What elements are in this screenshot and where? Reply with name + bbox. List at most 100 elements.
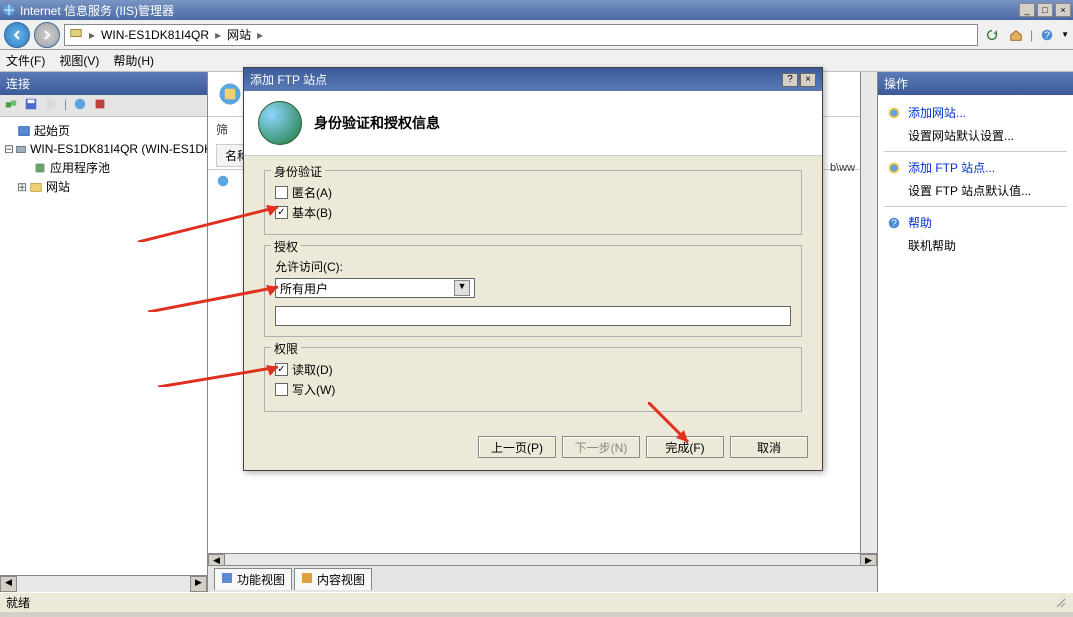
- server-icon: [14, 141, 28, 157]
- action-add-website[interactable]: 添加网站...: [884, 101, 1067, 124]
- svg-text:?: ?: [891, 217, 897, 229]
- tree-host[interactable]: ⊟ WIN-ES1DK81I4QR (WIN-ES1DK: [4, 140, 203, 158]
- perm-fieldset: 权限 ✓ 读取(D) 写入(W): [264, 347, 802, 412]
- tree-collapse-icon[interactable]: ⊟: [4, 142, 14, 156]
- server-icon: [69, 26, 83, 43]
- actions-separator: [884, 151, 1067, 152]
- refresh-icon[interactable]: [982, 25, 1002, 45]
- home-icon[interactable]: [1006, 25, 1026, 45]
- center-panel: 网站 筛 名称 b\ww 添加 FTP 站点 ? × 身份验证和授权信息: [208, 72, 877, 592]
- connections-panel: 连接 | 起始页 ⊟ WIN-ES1DK81I4QR (WIN-ES1DK: [0, 72, 208, 592]
- allow-access-label: 允许访问(C):: [275, 258, 791, 275]
- allow-access-value: 所有用户: [280, 280, 328, 297]
- breadcrumb-node[interactable]: 网站: [227, 26, 251, 43]
- window-titlebar: Internet 信息服务 (IIS)管理器 _ □ ×: [0, 0, 1073, 20]
- globe-icon: [216, 174, 230, 191]
- cancel-button[interactable]: 取消: [730, 436, 808, 458]
- action-ftp-defaults[interactable]: 设置 FTP 站点默认值...: [884, 179, 1067, 202]
- breadcrumb-host[interactable]: WIN-ES1DK81I4QR: [101, 28, 209, 42]
- action-add-ftp[interactable]: 添加 FTP 站点...: [884, 156, 1067, 179]
- dialog-close-button[interactable]: ×: [800, 73, 816, 87]
- dialog-header-area: 身份验证和授权信息: [244, 91, 822, 156]
- tab-features[interactable]: 功能视图: [214, 568, 292, 590]
- forward-button[interactable]: [34, 22, 60, 48]
- filter-label: 筛: [216, 121, 228, 138]
- action-help[interactable]: ? 帮助: [884, 211, 1067, 234]
- dialog-body: 身份验证 匿名(A) ✓ 基本(B) 授权 允许访问(C): 所有用户: [244, 156, 822, 430]
- connect-icon[interactable]: [4, 97, 18, 114]
- maximize-button[interactable]: □: [1037, 3, 1053, 17]
- breadcrumb-sep: ▸: [257, 28, 263, 42]
- help-icon[interactable]: ?: [1037, 25, 1057, 45]
- left-hscroll[interactable]: ◀▶: [0, 575, 207, 592]
- center-vscroll[interactable]: [860, 72, 877, 572]
- add-ftp-dialog: 添加 FTP 站点 ? × 身份验证和授权信息 身份验证 匿名(A) ✓: [243, 67, 823, 471]
- resize-grip[interactable]: [1051, 593, 1067, 612]
- connections-toolbar: |: [0, 95, 207, 117]
- chevron-down-icon: ▼: [454, 280, 470, 296]
- close-button[interactable]: ×: [1055, 3, 1071, 17]
- view-tabs: 功能视图 内容视图: [208, 565, 877, 592]
- connections-tree: 起始页 ⊟ WIN-ES1DK81I4QR (WIN-ES1DK 应用程序池 ⊞…: [0, 117, 207, 575]
- menu-help[interactable]: 帮助(H): [113, 52, 154, 69]
- read-checkbox[interactable]: ✓: [275, 363, 288, 376]
- stop-icon[interactable]: [93, 97, 107, 114]
- path-snippet: b\ww: [830, 162, 855, 174]
- sites-icon: [216, 80, 244, 108]
- status-text: 就绪: [6, 594, 30, 611]
- breadcrumb-sep: ▸: [215, 28, 221, 42]
- action-online-help[interactable]: 联机帮助: [884, 234, 1067, 257]
- dialog-help-button[interactable]: ?: [782, 73, 798, 87]
- tree-app-pools[interactable]: 应用程序池: [4, 158, 203, 177]
- tree-sites[interactable]: ⊞ 网站: [4, 177, 203, 196]
- actions-body: 添加网站... 设置网站默认设置... 添加 FTP 站点... 设置 FTP …: [878, 95, 1073, 592]
- connections-header: 连接: [0, 72, 207, 95]
- auth-fieldset: 身份验证 匿名(A) ✓ 基本(B): [264, 170, 802, 235]
- authz-fieldset: 授权 允许访问(C): 所有用户 ▼: [264, 245, 802, 337]
- globe-icon: [886, 105, 902, 121]
- write-checkbox[interactable]: [275, 383, 288, 396]
- help-dropdown-icon[interactable]: ▼: [1061, 30, 1069, 39]
- start-page-icon: [16, 123, 32, 139]
- prev-button[interactable]: 上一页(P): [478, 436, 556, 458]
- anonymous-label: 匿名(A): [292, 184, 332, 201]
- globe-icon: [258, 101, 302, 145]
- dialog-titlebar: 添加 FTP 站点 ? ×: [244, 68, 822, 91]
- action-site-defaults[interactable]: 设置网站默认设置...: [884, 124, 1067, 147]
- tree-expand-icon[interactable]: ⊞: [16, 180, 28, 194]
- breadcrumb-sep: ▸: [89, 28, 95, 42]
- app-icon: [2, 3, 16, 17]
- status-bar: 就绪: [0, 592, 1073, 612]
- delete-icon[interactable]: [44, 97, 58, 114]
- actions-panel: 操作 添加网站... 设置网站默认设置... 添加 FTP 站点... 设置 F…: [877, 72, 1073, 592]
- save-icon[interactable]: [24, 97, 38, 114]
- finish-button[interactable]: 完成(F): [646, 436, 724, 458]
- anonymous-checkbox[interactable]: [275, 186, 288, 199]
- menu-file[interactable]: 文件(F): [6, 52, 45, 69]
- authz-legend: 授权: [271, 238, 301, 255]
- back-button[interactable]: [4, 22, 30, 48]
- address-bar[interactable]: ▸ WIN-ES1DK81I4QR ▸ 网站 ▸: [64, 24, 978, 46]
- basic-checkbox[interactable]: ✓: [275, 206, 288, 219]
- perm-legend: 权限: [271, 340, 301, 357]
- menu-view[interactable]: 视图(V): [59, 52, 99, 69]
- minimize-button[interactable]: _: [1019, 3, 1035, 17]
- features-icon: [221, 572, 233, 587]
- read-label: 读取(D): [292, 361, 333, 378]
- actions-separator: [884, 206, 1067, 207]
- allow-access-select[interactable]: 所有用户 ▼: [275, 278, 475, 298]
- svg-text:?: ?: [1044, 29, 1050, 41]
- main-area: 连接 | 起始页 ⊟ WIN-ES1DK81I4QR (WIN-ES1DK: [0, 72, 1073, 592]
- dialog-button-row: 上一页(P) 下一步(N) 完成(F) 取消: [244, 430, 822, 470]
- allow-access-input[interactable]: [275, 306, 791, 326]
- tree-start-page[interactable]: 起始页: [4, 121, 203, 140]
- basic-label: 基本(B): [292, 204, 332, 221]
- up-icon[interactable]: [73, 97, 87, 114]
- folder-icon: [28, 179, 44, 195]
- auth-legend: 身份验证: [271, 163, 325, 180]
- dialog-title: 添加 FTP 站点: [250, 71, 780, 88]
- globe-icon: [886, 160, 902, 176]
- tab-content[interactable]: 内容视图: [294, 568, 372, 590]
- write-label: 写入(W): [292, 381, 335, 398]
- nav-bar: ▸ WIN-ES1DK81I4QR ▸ 网站 ▸ | ? ▼: [0, 20, 1073, 50]
